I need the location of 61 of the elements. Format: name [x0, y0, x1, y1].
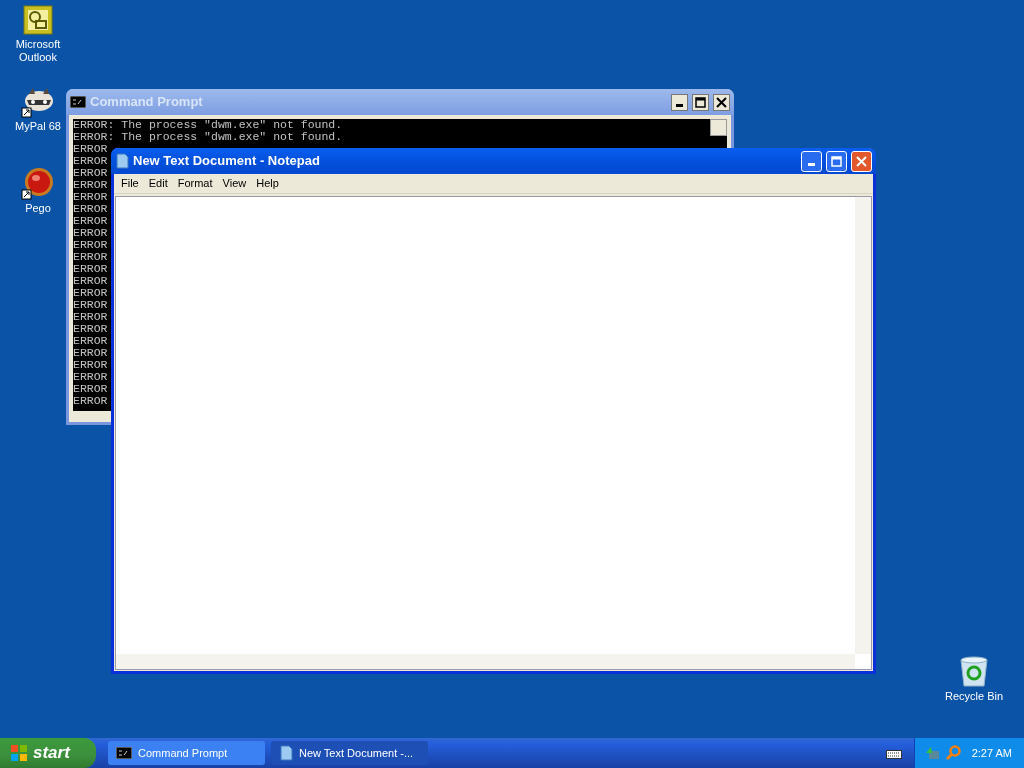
close-icon [856, 155, 867, 167]
recycle-bin-icon[interactable] [959, 656, 989, 688]
console-line: ERROR [73, 143, 108, 155]
menu-item[interactable]: View [217, 174, 252, 193]
close-button[interactable] [713, 93, 730, 111]
minimize-icon [808, 162, 815, 166]
menu-item[interactable]: Help [251, 174, 284, 193]
taskbar-button[interactable]: Command Prompt [108, 741, 265, 765]
console-line: ERROR [73, 359, 108, 371]
scrollbar[interactable] [710, 119, 727, 136]
window-title: Command Prompt [90, 93, 204, 112]
console-icon [70, 96, 86, 108]
console-icon [116, 747, 132, 759]
console-line: ERROR [73, 263, 108, 275]
console-line: ERROR [73, 335, 108, 347]
window-title: New Text Document - Notepad [133, 152, 321, 171]
console-line: ERROR [73, 179, 108, 191]
icon-label[interactable]: Recycle Bin [944, 690, 1004, 703]
notepad-icon [115, 153, 129, 169]
menu-item[interactable]: Edit [143, 174, 173, 193]
console-line: ERROR [73, 287, 108, 299]
notepad-icon [279, 745, 293, 761]
console-line: ERROR [73, 239, 108, 251]
taskbar-button[interactable]: New Text Document -... [271, 741, 428, 765]
console-line: ERROR [73, 203, 108, 215]
console-line: ERROR [73, 347, 108, 359]
console-line: ERROR [73, 275, 108, 287]
console-line: ERROR: The process "dwm.exe" not found. [73, 131, 343, 143]
console-line: ERROR [73, 155, 108, 167]
icon-label[interactable]: MyPal 68 [15, 120, 61, 133]
icon-label[interactable]: Pego [25, 202, 51, 215]
menu-item[interactable]: Format [172, 174, 218, 193]
keyboard-icon[interactable] [886, 747, 902, 759]
outlook-icon[interactable] [22, 4, 54, 36]
console-line: ERROR [73, 227, 108, 239]
console-line: ERROR [73, 251, 108, 263]
clock: 2:27 AM [971, 745, 1012, 761]
icon-label[interactable]: Microsoft Outlook [0, 38, 76, 64]
menu-item[interactable]: File [116, 174, 144, 193]
console-line: ERROR [73, 395, 108, 407]
horizontal-scrollbar[interactable] [116, 654, 855, 669]
maximize-button[interactable] [692, 93, 709, 111]
console-line: ERROR [73, 311, 108, 323]
vertical-scrollbar[interactable] [855, 197, 871, 654]
console-line: ERROR [73, 371, 108, 383]
console-line: ERROR [73, 299, 108, 311]
ball-icon[interactable] [21, 166, 55, 200]
close-icon [716, 96, 727, 108]
raccoon-icon[interactable] [21, 86, 55, 118]
maximize-icon [831, 155, 842, 167]
minimize-icon [676, 103, 683, 107]
console-line: ERROR [73, 323, 108, 335]
console-line: ERROR [73, 383, 108, 395]
console-line: ERROR: The process "dwm.exe" not found. [73, 119, 343, 131]
start-button[interactable]: start [0, 738, 96, 768]
windows-flag-icon [10, 744, 28, 762]
console-line: ERROR [73, 191, 108, 203]
maximize-icon [695, 96, 706, 108]
console-line: ERROR [73, 215, 108, 227]
console-line: ERROR [73, 167, 108, 179]
minimize-button[interactable] [671, 93, 688, 111]
